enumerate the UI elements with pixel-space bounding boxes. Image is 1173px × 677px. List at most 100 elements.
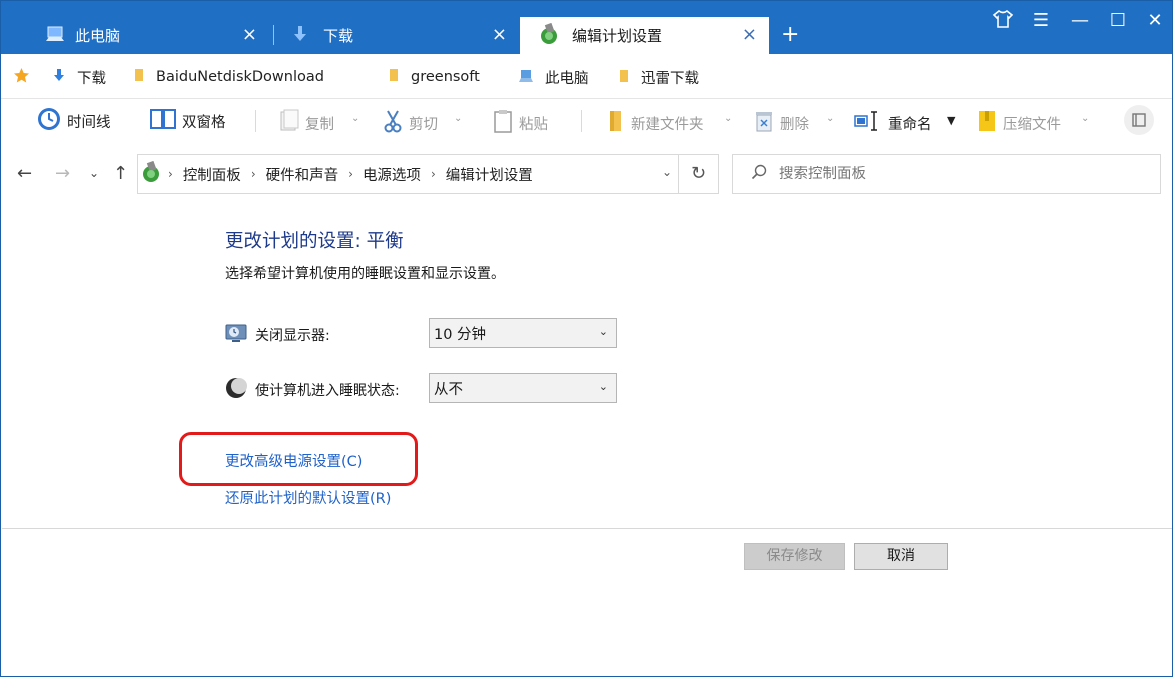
scissors-icon: [383, 109, 403, 137]
zip-file-icon: [977, 109, 997, 137]
chevron-down-icon[interactable]: ⌄: [351, 113, 359, 124]
breadcrumb-separator: ›: [168, 167, 173, 181]
chevron-down-icon[interactable]: ⌄: [826, 113, 834, 124]
layout-toggle-icon[interactable]: [1121, 105, 1155, 139]
timeline-button[interactable]: 时间线: [37, 107, 111, 135]
refresh-icon[interactable]: ↻: [678, 155, 718, 193]
close-icon[interactable]: ✕: [1142, 10, 1168, 32]
sleep-setting: 使计算机进入睡眠状态:: [225, 377, 400, 403]
breadcrumb-control-panel[interactable]: 控制面板: [183, 164, 241, 185]
tab-bar: 此电脑 × 下载 × 编辑计划设置 × + ☰ — ☐ ✕: [1, 1, 1172, 54]
breadcrumb-separator[interactable]: ›: [251, 167, 256, 181]
tab-label: 编辑计划设置: [572, 27, 663, 45]
breadcrumb-power-options[interactable]: 电源选项: [363, 164, 421, 185]
copy-label: 复制: [305, 116, 334, 133]
divider: [2, 528, 1172, 529]
tab-separator: [273, 25, 274, 45]
back-arrow-icon[interactable]: ←: [17, 163, 32, 184]
caret-down-icon[interactable]: ▼: [947, 114, 955, 127]
minimize-icon[interactable]: —: [1067, 10, 1093, 32]
delete-label: 删除: [780, 116, 809, 133]
sleep-label: 使计算机进入睡眠状态:: [255, 383, 400, 399]
dual-pane-icon: [150, 109, 176, 133]
tab-downloads[interactable]: 下载 ×: [275, 17, 519, 54]
restore-defaults-link[interactable]: 还原此计划的默认设置(R): [225, 487, 391, 508]
chevron-down-icon[interactable]: ⌄: [1081, 113, 1089, 124]
chevron-down-icon: ⌄: [598, 325, 608, 338]
toolbar-separator: [255, 110, 256, 132]
computer-icon: [45, 26, 65, 46]
compress-button[interactable]: 压缩文件: [977, 109, 1061, 137]
tab-close-button[interactable]: ×: [742, 25, 757, 45]
folder-icon: [619, 68, 629, 88]
breadcrumb-separator[interactable]: ›: [348, 167, 353, 181]
explorer-window: 此电脑 × 下载 × 编辑计划设置 × + ☰ — ☐ ✕ 下载 BaiduNe…: [0, 0, 1173, 677]
recycle-bin-icon: [754, 109, 774, 137]
forward-arrow-icon[interactable]: →: [55, 163, 70, 184]
copy-button[interactable]: 复制: [279, 109, 334, 137]
chevron-down-icon[interactable]: ⌄: [454, 113, 462, 124]
rename-icon: [854, 109, 882, 137]
favorite-xunlei[interactable]: 迅雷下载: [619, 67, 699, 88]
favorite-downloads[interactable]: 下载: [53, 67, 106, 88]
save-button[interactable]: 保存修改: [744, 543, 845, 570]
sleep-value: 从不: [434, 381, 463, 398]
display-off-value: 10 分钟: [434, 326, 487, 343]
folder-icon: [389, 67, 399, 87]
search-box[interactable]: [732, 154, 1161, 194]
power-options-icon: [538, 22, 560, 49]
tab-this-pc[interactable]: 此电脑 ×: [1, 17, 269, 54]
page-title: 更改计划的设置: 平衡: [225, 231, 404, 252]
tab-close-button[interactable]: ×: [242, 25, 257, 45]
chevron-down-icon[interactable]: ⌄: [662, 165, 672, 179]
page-subtitle: 选择希望计算机使用的睡眠设置和显示设置。: [225, 266, 505, 282]
cut-button[interactable]: 剪切: [383, 109, 438, 137]
rename-label: 重命名: [888, 116, 932, 133]
display-off-label: 关闭显示器:: [255, 328, 330, 344]
favorite-label: 此电脑: [545, 71, 589, 87]
new-folder-icon: [607, 109, 625, 137]
download-arrow-icon: [53, 68, 65, 87]
new-tab-button[interactable]: +: [781, 23, 799, 47]
breadcrumb-hardware-sound[interactable]: 硬件和声音: [266, 164, 339, 185]
history-dropdown-icon[interactable]: ⌄: [89, 166, 99, 180]
favorite-label: 下载: [77, 71, 106, 87]
breadcrumb-separator[interactable]: ›: [431, 167, 436, 181]
folder-icon: [134, 67, 144, 87]
display-off-dropdown[interactable]: 10 分钟 ⌄: [429, 318, 617, 348]
address-bar[interactable]: › 控制面板 › 硬件和声音 › 电源选项 › 编辑计划设置 ⌄ ↻: [137, 154, 719, 194]
new-folder-label: 新建文件夹: [631, 116, 704, 133]
star-icon[interactable]: [13, 67, 30, 88]
tab-label: 下载: [323, 27, 354, 45]
delete-button[interactable]: 删除: [754, 109, 809, 137]
favorite-this-pc[interactable]: 此电脑: [519, 67, 589, 88]
advanced-power-settings-link[interactable]: 更改高级电源设置(C): [225, 450, 362, 471]
search-input[interactable]: [779, 166, 1139, 182]
shirt-icon[interactable]: [990, 9, 1016, 35]
chevron-down-icon[interactable]: ⌄: [724, 113, 732, 124]
dual-pane-label: 双窗格: [182, 114, 226, 131]
cancel-button[interactable]: 取消: [854, 543, 948, 570]
sleep-dropdown[interactable]: 从不 ⌄: [429, 373, 617, 403]
up-arrow-icon[interactable]: ↑: [113, 163, 128, 184]
favorite-baidunetdisk[interactable]: BaiduNetdiskDownload: [134, 67, 324, 87]
tab-close-button[interactable]: ×: [492, 25, 507, 45]
computer-icon: [519, 69, 533, 87]
menu-icon[interactable]: ☰: [1028, 10, 1054, 32]
moon-icon: [225, 377, 247, 403]
maximize-icon[interactable]: ☐: [1105, 10, 1131, 32]
breadcrumb-edit-plan-settings[interactable]: 编辑计划设置: [446, 164, 533, 185]
tab-edit-plan-settings[interactable]: 编辑计划设置 ×: [520, 17, 769, 54]
favorite-label: greensoft: [411, 69, 480, 85]
display-icon: [225, 322, 247, 348]
tab-label: 此电脑: [75, 27, 121, 45]
favorite-greensoft[interactable]: greensoft: [389, 67, 480, 87]
cut-label: 剪切: [409, 116, 438, 133]
compress-label: 压缩文件: [1003, 116, 1061, 133]
paste-button[interactable]: 粘贴: [493, 109, 548, 137]
dual-pane-button[interactable]: 双窗格: [150, 109, 226, 133]
clipboard-icon: [493, 109, 513, 137]
paste-label: 粘贴: [519, 116, 548, 133]
rename-button[interactable]: 重命名: [854, 109, 932, 137]
new-folder-button[interactable]: 新建文件夹: [607, 109, 704, 137]
